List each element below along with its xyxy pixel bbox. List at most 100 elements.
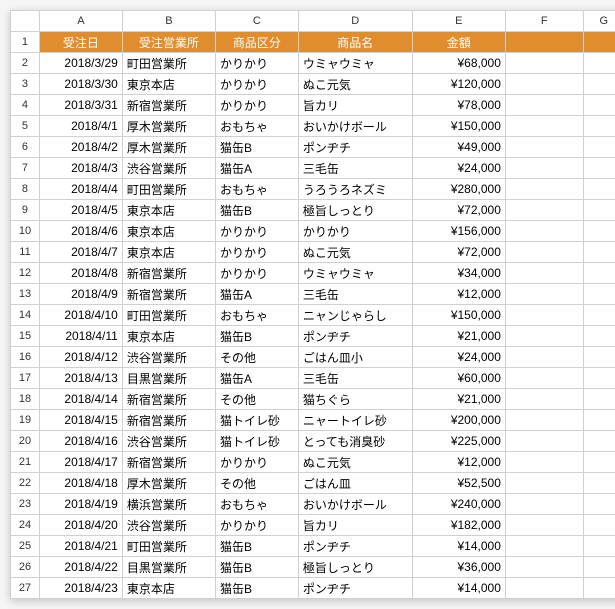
cell-category[interactable]: 猫缶B — [215, 200, 298, 221]
cell-empty-g[interactable] — [583, 473, 615, 494]
row-header[interactable]: 26 — [11, 557, 40, 578]
row-header[interactable]: 20 — [11, 431, 40, 452]
cell-office[interactable]: 渋谷営業所 — [122, 515, 215, 536]
cell-date[interactable]: 2018/4/22 — [39, 557, 122, 578]
row-header[interactable]: 25 — [11, 536, 40, 557]
row-header[interactable]: 8 — [11, 179, 40, 200]
row-header[interactable]: 27 — [11, 578, 40, 599]
row-header[interactable]: 15 — [11, 326, 40, 347]
cell-date[interactable]: 2018/4/17 — [39, 452, 122, 473]
cell-office[interactable]: 目黒営業所 — [122, 557, 215, 578]
col-header-B[interactable]: B — [122, 11, 215, 32]
row-header[interactable]: 18 — [11, 389, 40, 410]
cell-amount[interactable]: ¥150,000 — [412, 116, 505, 137]
cell-empty-g[interactable] — [583, 347, 615, 368]
cell-date[interactable]: 2018/4/9 — [39, 284, 122, 305]
cell-date[interactable]: 2018/4/21 — [39, 536, 122, 557]
cell-date[interactable]: 2018/4/3 — [39, 158, 122, 179]
cell-empty-g[interactable] — [583, 242, 615, 263]
cell-amount[interactable]: ¥68,000 — [412, 53, 505, 74]
cell-product[interactable]: 三毛缶 — [298, 158, 412, 179]
cell-category[interactable]: かりかり — [215, 95, 298, 116]
cell-empty-f[interactable] — [505, 326, 583, 347]
cell-empty-f[interactable] — [505, 410, 583, 431]
cell-empty-g[interactable] — [583, 137, 615, 158]
cell-category[interactable]: その他 — [215, 473, 298, 494]
cell-empty-f[interactable] — [505, 116, 583, 137]
cell-amount[interactable]: ¥150,000 — [412, 305, 505, 326]
cell-empty-f[interactable] — [505, 284, 583, 305]
cell-office[interactable]: 東京本店 — [122, 578, 215, 599]
cell-product[interactable]: ニャートイレ砂 — [298, 410, 412, 431]
row-header[interactable]: 14 — [11, 305, 40, 326]
cell-office[interactable]: 渋谷営業所 — [122, 431, 215, 452]
cell-empty-g[interactable] — [583, 263, 615, 284]
cell-empty-f[interactable] — [505, 473, 583, 494]
cell-amount[interactable]: ¥21,000 — [412, 326, 505, 347]
row-header-1[interactable]: 1 — [11, 32, 40, 53]
cell-empty-f[interactable] — [505, 368, 583, 389]
cell-product[interactable]: とっても消臭砂 — [298, 431, 412, 452]
cell-product[interactable]: 三毛缶 — [298, 368, 412, 389]
cell-amount[interactable]: ¥12,000 — [412, 284, 505, 305]
row-header[interactable]: 7 — [11, 158, 40, 179]
cell-product[interactable]: 旨カリ — [298, 95, 412, 116]
row-header[interactable]: 9 — [11, 200, 40, 221]
cell-empty-g[interactable] — [583, 179, 615, 200]
cell-empty-f[interactable] — [505, 158, 583, 179]
cell-date[interactable]: 2018/3/31 — [39, 95, 122, 116]
cell-empty-f[interactable] — [505, 53, 583, 74]
header-cell-f[interactable] — [505, 32, 583, 53]
cell-amount[interactable]: ¥14,000 — [412, 578, 505, 599]
row-header[interactable]: 12 — [11, 263, 40, 284]
cell-category[interactable]: 猫缶A — [215, 158, 298, 179]
cell-date[interactable]: 2018/4/16 — [39, 431, 122, 452]
cell-product[interactable]: ぬこ元気 — [298, 452, 412, 473]
cell-office[interactable]: 東京本店 — [122, 326, 215, 347]
cell-empty-g[interactable] — [583, 536, 615, 557]
cell-empty-g[interactable] — [583, 557, 615, 578]
cell-office[interactable]: 新宿営業所 — [122, 410, 215, 431]
cell-date[interactable]: 2018/4/4 — [39, 179, 122, 200]
cell-empty-g[interactable] — [583, 494, 615, 515]
header-cell-office[interactable]: 受注営業所 — [122, 32, 215, 53]
cell-office[interactable]: 町田営業所 — [122, 536, 215, 557]
cell-category[interactable]: その他 — [215, 389, 298, 410]
row-header[interactable]: 19 — [11, 410, 40, 431]
cell-empty-f[interactable] — [505, 494, 583, 515]
cell-product[interactable]: ニャンじゃらし — [298, 305, 412, 326]
row-header[interactable]: 17 — [11, 368, 40, 389]
cell-date[interactable]: 2018/4/14 — [39, 389, 122, 410]
cell-date[interactable]: 2018/4/2 — [39, 137, 122, 158]
cell-empty-f[interactable] — [505, 305, 583, 326]
cell-amount[interactable]: ¥49,000 — [412, 137, 505, 158]
cell-amount[interactable]: ¥72,000 — [412, 200, 505, 221]
cell-empty-f[interactable] — [505, 263, 583, 284]
cell-empty-g[interactable] — [583, 431, 615, 452]
cell-product[interactable]: うろうろネズミ — [298, 179, 412, 200]
cell-empty-g[interactable] — [583, 515, 615, 536]
cell-empty-g[interactable] — [583, 452, 615, 473]
cell-empty-f[interactable] — [505, 179, 583, 200]
cell-empty-f[interactable] — [505, 578, 583, 599]
cell-date[interactable]: 2018/4/8 — [39, 263, 122, 284]
cell-amount[interactable]: ¥21,000 — [412, 389, 505, 410]
cell-category[interactable]: 猫缶B — [215, 557, 298, 578]
cell-category[interactable]: かりかり — [215, 263, 298, 284]
row-header[interactable]: 6 — [11, 137, 40, 158]
row-header[interactable]: 2 — [11, 53, 40, 74]
cell-category[interactable]: おもちゃ — [215, 305, 298, 326]
cell-category[interactable]: 猫トイレ砂 — [215, 410, 298, 431]
cell-product[interactable]: 猫ちぐら — [298, 389, 412, 410]
cell-product[interactable]: ウミャウミャ — [298, 53, 412, 74]
header-cell-date[interactable]: 受注日 — [39, 32, 122, 53]
cell-empty-g[interactable] — [583, 74, 615, 95]
cell-office[interactable]: 厚木営業所 — [122, 137, 215, 158]
cell-office[interactable]: 町田営業所 — [122, 53, 215, 74]
cell-date[interactable]: 2018/4/13 — [39, 368, 122, 389]
cell-empty-f[interactable] — [505, 389, 583, 410]
cell-empty-f[interactable] — [505, 515, 583, 536]
header-cell-amount[interactable]: 金額 — [412, 32, 505, 53]
header-cell-product[interactable]: 商品名 — [298, 32, 412, 53]
cell-product[interactable]: ポンヂチ — [298, 536, 412, 557]
